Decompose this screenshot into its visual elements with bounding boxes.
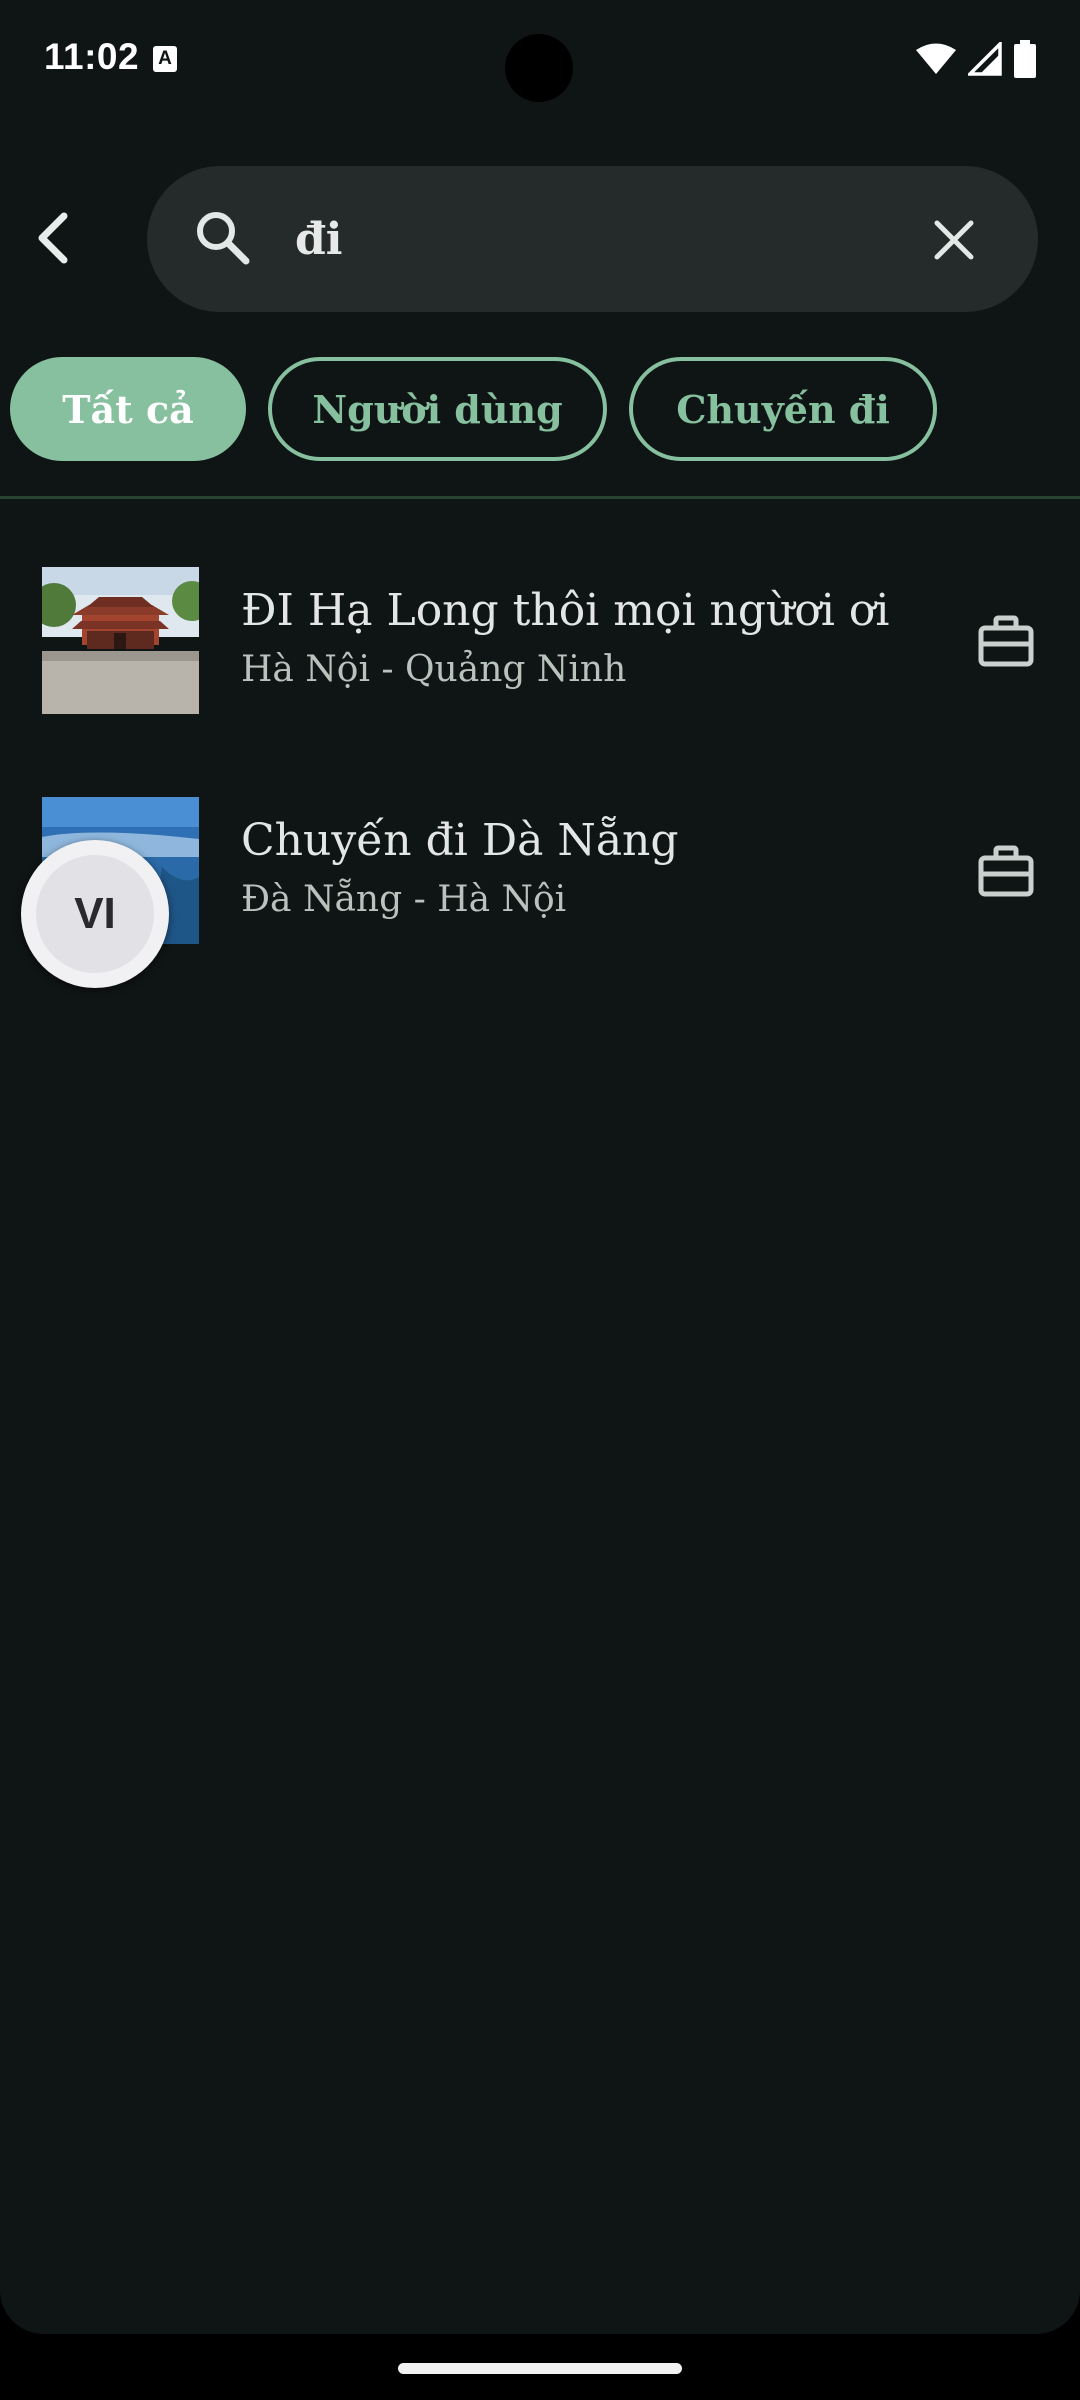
search-bar[interactable] [147, 166, 1038, 312]
status-time: 11:02 [44, 36, 140, 77]
trip-thumbnail [42, 567, 199, 714]
language-switch-button[interactable]: VI [21, 840, 169, 988]
close-icon [934, 220, 974, 260]
back-arrow-icon [38, 212, 68, 264]
wifi-icon [916, 43, 956, 74]
battery-icon [1014, 40, 1036, 78]
trip-route: Đà Nẵng - Hà Nội [241, 879, 567, 920]
briefcase-icon [978, 845, 1034, 897]
search-input[interactable] [295, 202, 855, 276]
clear-search-button[interactable] [924, 210, 984, 270]
back-button[interactable] [22, 200, 82, 276]
language-code: VI [36, 855, 154, 973]
filter-chip-trips[interactable]: Chuyến đi [629, 357, 937, 461]
home-indicator[interactable] [398, 2363, 682, 2374]
signal-icon [968, 42, 1002, 76]
status-icons [916, 40, 1036, 78]
filter-chip-all[interactable]: Tất cả [10, 357, 246, 461]
divider [0, 496, 1080, 499]
trip-title: Chuyến đi Dà Nẵng [241, 815, 679, 866]
briefcase-icon [978, 615, 1034, 667]
notification-icon: A [153, 46, 177, 72]
trip-title: ĐI Hạ Long thôi mọi ngừơi ơi [241, 585, 890, 636]
filter-chip-users[interactable]: Người dùng [268, 357, 607, 461]
camera-cutout [505, 34, 573, 102]
screen: 11:02 A Tất cả [0, 0, 1080, 2334]
list-item[interactable]: ĐI Hạ Long thôi mọi ngừơi ơi Hà Nội - Qu… [0, 567, 1080, 737]
search-icon [197, 212, 250, 265]
trip-route: Hà Nội - Quảng Ninh [241, 649, 627, 690]
